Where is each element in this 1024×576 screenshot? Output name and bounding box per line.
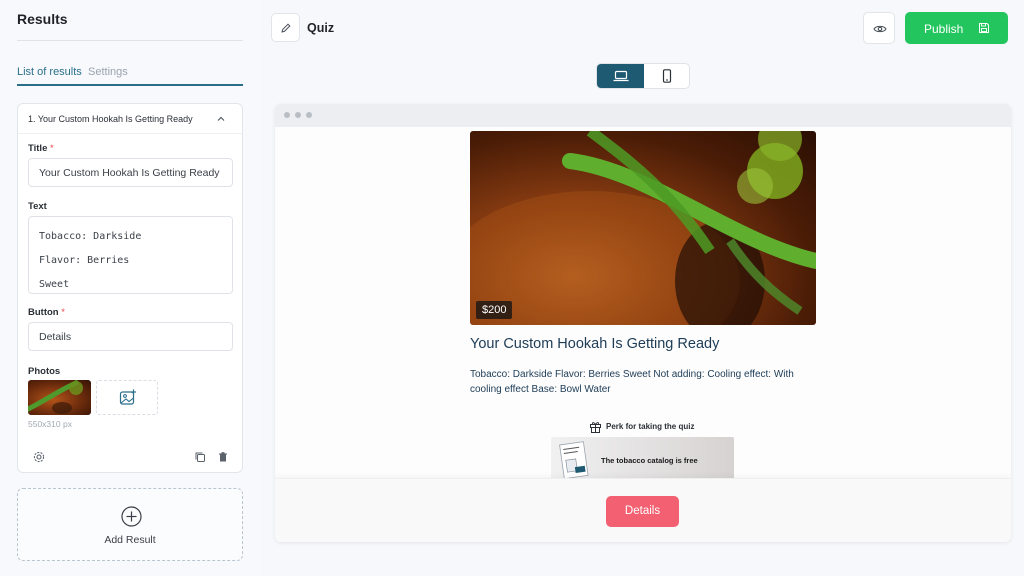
hookah-image-icon <box>470 131 816 325</box>
photo-dimensions: 550x310 px <box>28 419 72 429</box>
result-card-header-title: 1. Your Custom Hookah Is Getting Ready <box>28 114 193 124</box>
publish-label: Publish <box>924 22 964 36</box>
chevron-up-icon[interactable] <box>216 114 226 124</box>
perk-label: Perk for taking the quiz <box>606 422 695 431</box>
text-line: Tobacco: Darkside <box>39 231 142 242</box>
text-line: Flavor: Berries <box>39 255 130 266</box>
quiz-title: Quiz <box>307 21 335 35</box>
preview-window-bar <box>275 104 1011 127</box>
active-tab-underline <box>17 84 243 86</box>
laptop-icon <box>613 70 629 82</box>
tab-list-of-results[interactable]: List of results <box>17 66 82 78</box>
title-field-label: Title * <box>28 143 54 154</box>
window-dot <box>295 112 301 118</box>
preview-footer: Details <box>275 478 1011 542</box>
preview-button[interactable] <box>863 12 895 44</box>
text-field-label: Text <box>28 201 47 212</box>
quiz-preview-window: $200 Your Custom Hookah Is Getting Ready… <box>275 104 1011 542</box>
sidebar-divider <box>17 40 243 41</box>
phone-icon <box>662 69 672 83</box>
device-toggle <box>596 63 690 89</box>
tab-settings[interactable]: Settings <box>88 66 128 78</box>
edit-quiz-title-button[interactable] <box>271 13 300 42</box>
window-dot <box>306 112 312 118</box>
photo-thumbnail[interactable] <box>28 380 91 415</box>
text-textarea[interactable]: Tobacco: Darkside Flavor: Berries Sweet <box>28 216 233 294</box>
publish-button[interactable]: Publish <box>905 12 1008 44</box>
eye-icon <box>873 25 887 33</box>
copy-icon[interactable] <box>194 451 206 463</box>
window-dot <box>284 112 290 118</box>
desktop-view-button[interactable] <box>597 64 644 88</box>
add-result-label: Add Result <box>104 534 156 546</box>
image-add-icon <box>119 389 136 405</box>
sidebar-title: Results <box>17 11 68 27</box>
result-title: Your Custom Hookah Is Getting Ready <box>470 336 720 352</box>
details-button[interactable]: Details <box>606 496 679 527</box>
title-input[interactable]: Your Custom Hookah Is Getting Ready <box>28 158 233 187</box>
result-card: 1. Your Custom Hookah Is Getting Ready T… <box>17 103 243 473</box>
perk-card-text: The tobacco catalog is free <box>601 456 698 465</box>
price-badge: $200 <box>476 301 513 319</box>
add-photo-button[interactable] <box>96 380 158 415</box>
gear-icon[interactable] <box>33 451 45 463</box>
result-hero-image: $200 <box>470 131 816 325</box>
sidebar-tabs: List of results Settings <box>17 66 243 86</box>
button-text-input[interactable]: Details <box>28 322 233 351</box>
result-card-header[interactable]: 1. Your Custom Hookah Is Getting Ready <box>18 104 242 134</box>
perk-card[interactable]: The tobacco catalog is free <box>551 437 734 482</box>
pencil-icon <box>281 23 291 33</box>
button-field-label: Button * <box>28 307 65 318</box>
add-result-button[interactable]: Add Result <box>17 488 243 561</box>
trash-icon[interactable] <box>217 451 229 463</box>
photos-field-label: Photos <box>28 366 61 377</box>
perk-heading: Perk for taking the quiz <box>587 420 717 434</box>
gift-icon <box>590 422 601 433</box>
text-line: Sweet <box>39 279 70 290</box>
hookah-photo-icon <box>28 380 83 414</box>
plus-circle-icon <box>121 506 142 527</box>
result-description: Tobacco: Darkside Flavor: Berries Sweet … <box>470 369 794 395</box>
results-sidebar: Results List of results Settings 1. Your… <box>0 0 262 576</box>
catalog-booklet-icon <box>559 441 589 480</box>
save-icon <box>979 23 989 33</box>
mobile-view-button[interactable] <box>644 64 689 88</box>
